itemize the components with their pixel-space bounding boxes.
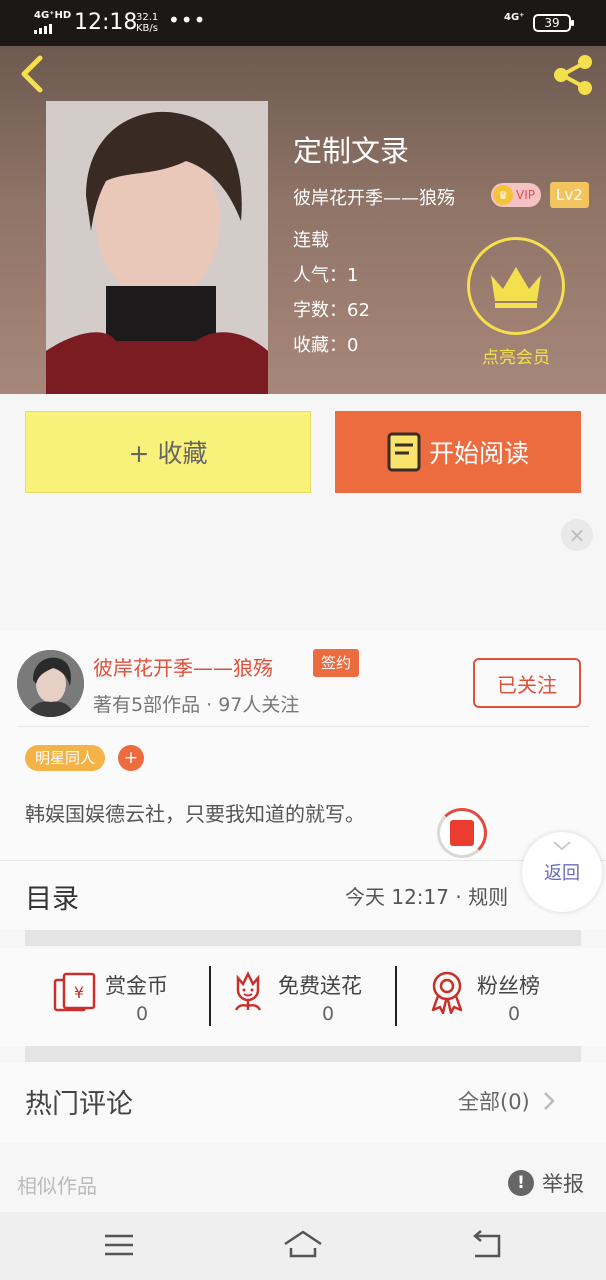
reward-fan-ranking[interactable]: 粉丝榜 0 — [399, 948, 599, 1046]
close-ad-button[interactable]: × — [561, 519, 593, 551]
favorites-count: 收藏：0 — [293, 335, 359, 356]
floating-back-label: 返回 — [544, 863, 580, 884]
reward-value: 0 — [508, 1003, 521, 1025]
network-speed: 32.1 KB/s — [136, 12, 158, 34]
serial-status: 连载 — [293, 230, 329, 251]
all-comments-link[interactable]: 全部(0) — [458, 1086, 556, 1116]
table-of-contents-row[interactable]: 目录 今天 12:17 · 规则 — [0, 860, 606, 930]
all-comments-label: 全部(0) — [458, 1090, 530, 1114]
word-count: 字数：62 — [293, 300, 370, 321]
red-packet-button[interactable] — [437, 808, 487, 858]
similar-works-label: 相似作品 — [17, 1174, 97, 1198]
section-divider — [25, 1046, 581, 1062]
chevron-down-icon — [553, 841, 571, 851]
menu-button[interactable] — [99, 1228, 139, 1262]
vip-badge: ♛ VIP — [491, 183, 541, 207]
ribbon-medal-icon — [431, 971, 463, 1014]
chevron-right-icon — [544, 1092, 556, 1110]
floating-back-button[interactable]: 返回 — [522, 832, 602, 912]
clock: 12:18 — [74, 10, 138, 35]
crown-icon — [491, 267, 541, 308]
genre-tag[interactable]: 明星同人 — [25, 745, 106, 771]
start-reading-button[interactable]: 开始阅读 — [335, 411, 581, 493]
author-name[interactable]: 彼岸花开季——狼殇 — [93, 652, 273, 681]
book-description: 韩娱国娱德云社，只要我知道的就写。 — [25, 802, 365, 826]
author-stats: 著有5部作品 · 97人关注 — [93, 694, 300, 716]
hot-comments-label: 热门评论 — [25, 1089, 133, 1120]
book-author[interactable]: 彼岸花开季——狼殇 — [293, 184, 455, 210]
battery-icon: 39 — [533, 14, 574, 32]
flower-icon — [234, 971, 262, 1011]
reward-coins[interactable]: ¥ 赏金币 0 — [0, 948, 205, 1046]
network-type-left: 4G⁺HD — [34, 10, 72, 21]
reward-name: 免费送花 — [278, 974, 362, 998]
activate-membership-button[interactable]: 点亮会员 — [462, 237, 570, 368]
divider — [17, 726, 589, 727]
rewards-row: ¥ 赏金币 0 免费送花 0 粉丝榜 0 — [0, 948, 606, 1046]
add-to-favorites-button[interactable]: + 收藏 — [25, 411, 311, 493]
menu-icon — [105, 1234, 133, 1256]
system-navigation-bar — [0, 1212, 606, 1280]
start-reading-label: 开始阅读 — [428, 439, 529, 468]
hot-comments-row[interactable]: 热门评论 全部(0) — [0, 1062, 606, 1142]
divider — [209, 966, 211, 1026]
system-back-button[interactable] — [467, 1228, 507, 1262]
avatar-portrait — [17, 650, 84, 717]
book-cover-image[interactable] — [46, 101, 268, 394]
home-icon — [284, 1230, 322, 1258]
svg-text:¥: ¥ — [74, 983, 84, 1002]
status-bar: 4G⁺HD 12:18 32.1 KB/s ••• 4G⁺ 39 — [0, 0, 606, 46]
toc-label: 目录 — [25, 884, 79, 915]
author-section: 彼岸花开季——狼殇 签约 著有5部作品 · 97人关注 已关注 明星同人 + 韩… — [0, 630, 606, 860]
coin-envelope-icon: ¥ — [53, 972, 96, 1012]
level-badge: Lv2 — [550, 182, 589, 208]
divider — [395, 966, 397, 1026]
report-label: 举报 — [542, 1172, 584, 1196]
book-title: 定制文录 — [293, 134, 410, 168]
chevron-left-icon — [21, 55, 43, 93]
cover-portrait-illustration — [46, 101, 268, 394]
add-tag-button[interactable]: + — [118, 745, 144, 771]
home-button[interactable] — [283, 1228, 323, 1262]
return-icon — [473, 1230, 501, 1258]
red-envelope-icon — [450, 820, 474, 846]
reward-flowers[interactable]: 免费送花 0 — [213, 948, 393, 1046]
popularity-count: 人气：1 — [293, 265, 359, 286]
exclamation-icon: ! — [508, 1170, 534, 1196]
reward-value: 0 — [322, 1003, 335, 1025]
toc-update-info: 今天 12:17 · 规则 — [345, 885, 509, 909]
speed-unit: KB/s — [136, 23, 158, 34]
reward-name: 粉丝榜 — [477, 974, 540, 998]
speed-value: 32.1 — [136, 12, 159, 23]
membership-label: 点亮会员 — [482, 348, 550, 368]
back-button[interactable] — [14, 52, 50, 96]
network-type-right: 4G⁺ — [504, 12, 525, 23]
share-button[interactable] — [550, 54, 596, 96]
reward-name: 赏金币 — [105, 974, 168, 998]
follow-button[interactable]: 已关注 — [473, 658, 581, 708]
share-icon — [554, 55, 592, 95]
section-divider — [25, 930, 581, 946]
reward-value: 0 — [136, 1003, 149, 1025]
book-header: 定制文录 彼岸花开季——狼殇 ♛ VIP Lv2 连载 人气：1 字数：62 收… — [0, 46, 606, 394]
vip-label: VIP — [516, 188, 535, 202]
report-button[interactable]: ! 举报 — [508, 1168, 584, 1198]
author-avatar[interactable] — [17, 650, 84, 717]
crown-icon: ♛ — [493, 185, 513, 205]
book-icon — [387, 432, 421, 472]
signed-author-badge: 签约 — [313, 649, 360, 677]
more-notifications-icon: ••• — [168, 8, 207, 32]
signal-icon — [34, 24, 52, 34]
